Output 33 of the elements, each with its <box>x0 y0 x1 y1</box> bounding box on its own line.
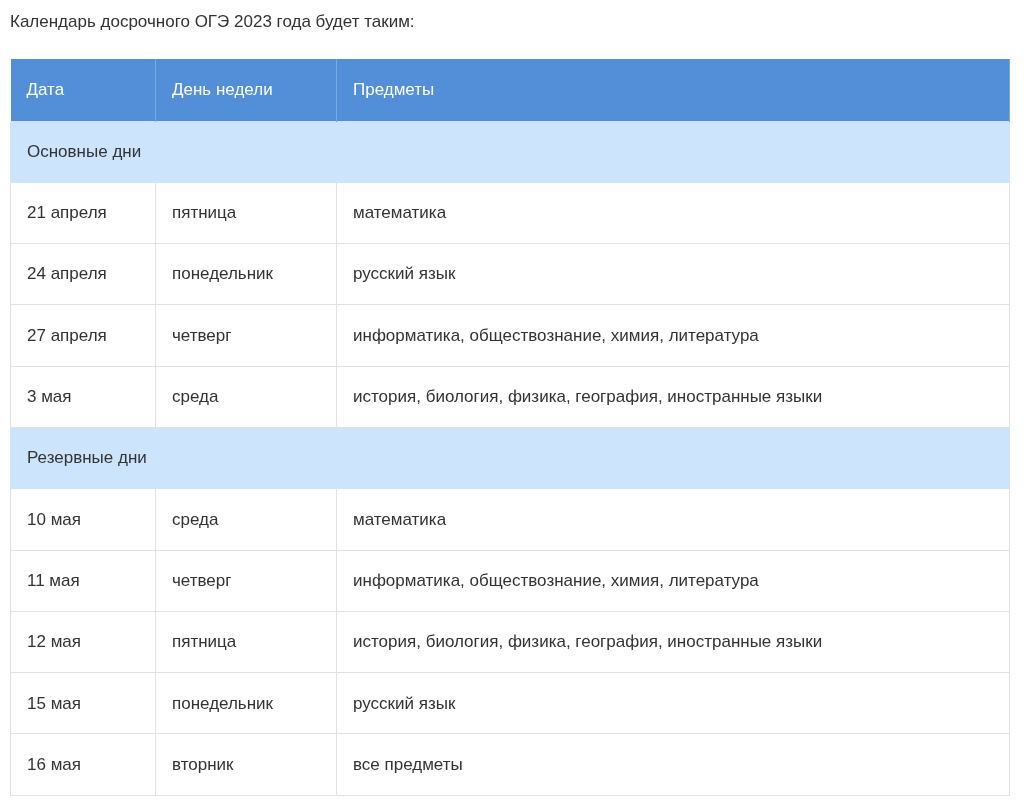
table-cell: история, биология, физика, география, иностранные языки <box>336 366 1010 428</box>
column-header: Предметы <box>336 59 1010 121</box>
table-cell: вторник <box>155 733 337 796</box>
table-cell: математика <box>336 488 1010 551</box>
table-cell: пятница <box>155 611 337 673</box>
column-header: День недели <box>155 59 337 121</box>
table-cell: 24 апреля <box>10 243 156 305</box>
table-cell: 15 мая <box>10 672 156 734</box>
table-cell: четверг <box>155 550 337 612</box>
table-cell: пятница <box>155 182 337 244</box>
column-header: Дата <box>10 59 156 121</box>
table-cell: история, биология, физика, география, иностранные языки <box>336 611 1010 673</box>
table-cell: все предметы <box>336 733 1010 796</box>
table-cell: четверг <box>155 304 337 367</box>
table-cell: информатика, обществознание, химия, литература <box>336 550 1010 612</box>
table-cell: понедельник <box>155 243 337 305</box>
table-cell: 12 мая <box>10 611 156 673</box>
table-cell: русский язык <box>336 243 1010 305</box>
table-cell: 16 мая <box>10 733 156 796</box>
table-cell: русский язык <box>336 672 1010 734</box>
table-cell: среда <box>155 488 337 551</box>
table-cell: 27 апреля <box>10 304 156 367</box>
table-cell: математика <box>336 182 1010 244</box>
table-cell: 3 мая <box>10 366 156 428</box>
table-cell: 11 мая <box>10 550 156 612</box>
section-header: Основные дни <box>10 121 1010 183</box>
table-cell: информатика, обществознание, химия, литература <box>336 304 1010 367</box>
table-cell: 10 мая <box>10 488 156 551</box>
intro-text: Календарь досрочного ОГЭ 2023 года будет таким: <box>10 11 416 33</box>
table-cell: среда <box>155 366 337 428</box>
table-cell: 21 апреля <box>10 182 156 244</box>
table-cell: понедельник <box>155 672 337 734</box>
section-header: Резервные дни <box>10 427 1010 489</box>
